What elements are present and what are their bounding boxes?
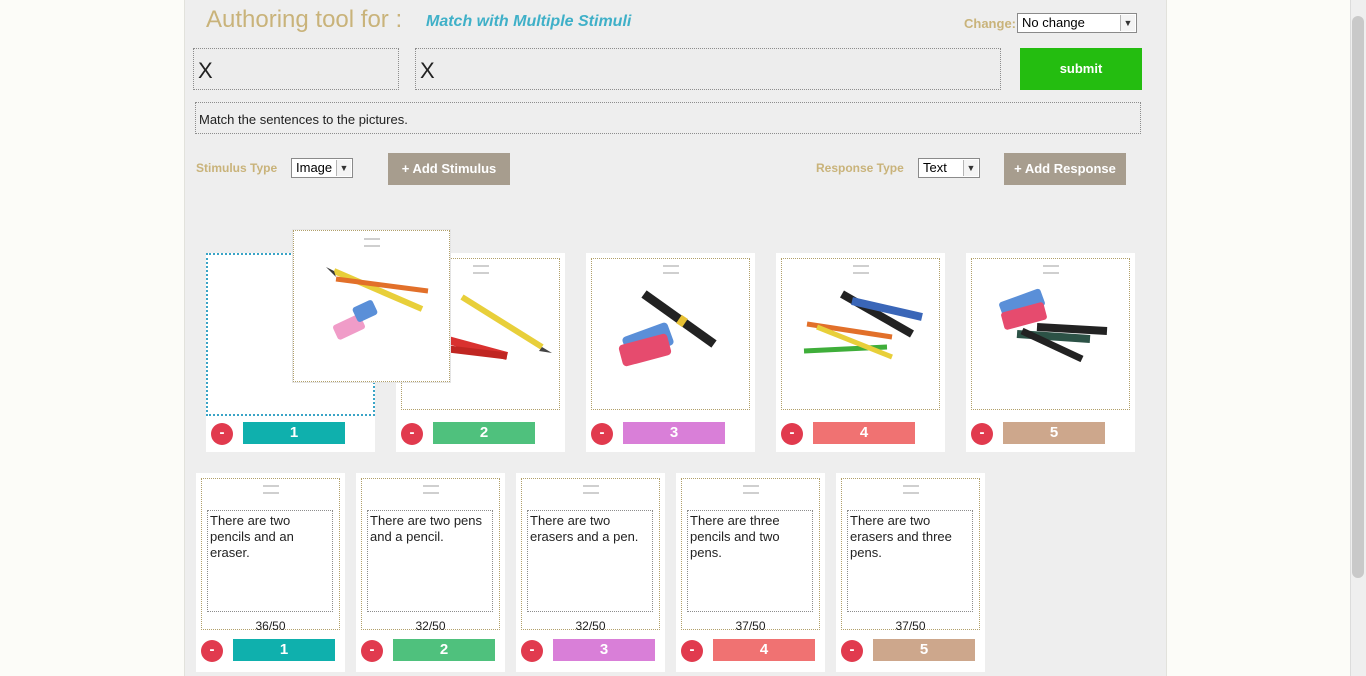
change-label: Change: — [964, 16, 1016, 31]
char-counter: 32/50 — [415, 619, 446, 633]
instruction-field[interactable]: Match the sentences to the pictures. — [195, 102, 1141, 134]
response-card-3[interactable]: There are two erasers and a pen. 32/50 -… — [516, 473, 665, 672]
response-card-2[interactable]: There are two pens and a pencil. 32/50 -… — [356, 473, 505, 672]
change-select[interactable]: No change ▼ — [1017, 13, 1137, 33]
response-card-1[interactable]: There are two pencils and an eraser. 36/… — [196, 473, 345, 672]
drag-handle-icon[interactable] — [263, 485, 279, 494]
erasers-and-pens-image — [999, 288, 1108, 363]
response-number-badge: 3 — [553, 639, 655, 661]
char-counter: 37/50 — [735, 619, 766, 633]
response-textarea[interactable]: There are three pencils and two pens. — [687, 510, 813, 612]
remove-stimulus-button[interactable]: - — [211, 423, 233, 445]
response-frame: There are three pencils and two pens. 37… — [681, 478, 820, 633]
pencils-and-pens-image — [803, 290, 923, 360]
response-type-label: Response Type — [816, 161, 904, 175]
response-card-5[interactable]: There are two erasers and three pens. 37… — [836, 473, 985, 672]
response-frame: There are two erasers and a pen. 32/50 — [521, 478, 660, 633]
remove-response-button[interactable]: - — [521, 640, 543, 662]
stimulus-number-badge: 2 — [433, 422, 535, 444]
char-counter: 36/50 — [255, 619, 286, 633]
scrollbar-thumb[interactable] — [1352, 16, 1364, 578]
stimulus-type-select[interactable]: Image ▼ — [291, 158, 353, 178]
response-frame: There are two pencils and an eraser. 36/… — [201, 478, 340, 633]
authoring-panel: Authoring tool for : Match with Multiple… — [184, 0, 1167, 676]
stimulus-number-badge: 1 — [243, 422, 345, 444]
response-textarea[interactable]: There are two erasers and three pens. — [847, 510, 973, 612]
response-textarea[interactable]: There are two pens and a pencil. — [367, 510, 493, 612]
remove-response-button[interactable]: - — [681, 640, 703, 662]
pencils-and-eraser-image — [326, 267, 429, 340]
stimulus-image-frame — [781, 258, 940, 410]
dragging-stimulus-image[interactable] — [293, 230, 450, 382]
response-textarea[interactable]: There are two pencils and an eraser. — [207, 510, 333, 612]
char-counter: 37/50 — [895, 619, 926, 633]
response-number-badge: 1 — [233, 639, 335, 661]
stimulus-type-label: Stimulus Type — [196, 161, 278, 175]
chevron-down-icon: ▼ — [963, 160, 978, 176]
remove-response-button[interactable]: - — [841, 640, 863, 662]
drag-handle-icon[interactable] — [743, 485, 759, 494]
response-type-select[interactable]: Text ▼ — [918, 158, 980, 178]
remove-response-button[interactable]: - — [201, 640, 223, 662]
response-number-badge: 2 — [393, 639, 495, 661]
stimulus-number-badge: 5 — [1003, 422, 1105, 444]
submit-button[interactable]: submit — [1020, 48, 1142, 90]
drag-handle-icon[interactable] — [423, 485, 439, 494]
question-field[interactable]: X — [415, 48, 1001, 90]
title-field[interactable]: X — [193, 48, 399, 90]
stimulus-card-3[interactable]: - 3 — [586, 253, 755, 452]
response-number-badge: 4 — [713, 639, 815, 661]
erasers-and-pen-image — [618, 290, 717, 367]
response-textarea[interactable]: There are two erasers and a pen. — [527, 510, 653, 612]
remove-stimulus-button[interactable]: - — [401, 423, 423, 445]
remove-response-button[interactable]: - — [361, 640, 383, 662]
stimulus-image-frame — [971, 258, 1130, 410]
remove-stimulus-button[interactable]: - — [781, 423, 803, 445]
remove-stimulus-button[interactable]: - — [971, 423, 993, 445]
stimulus-number-badge: 4 — [813, 422, 915, 444]
template-name: Match with Multiple Stimuli — [426, 13, 632, 30]
stimulus-card-5[interactable]: - 5 — [966, 253, 1135, 452]
drag-handle-icon[interactable] — [903, 485, 919, 494]
add-response-button[interactable]: + Add Response — [1004, 153, 1126, 185]
response-card-4[interactable]: There are three pencils and two pens. 37… — [676, 473, 825, 672]
char-counter: 32/50 — [575, 619, 606, 633]
chevron-down-icon: ▼ — [336, 160, 351, 176]
stimulus-image-frame — [591, 258, 750, 410]
response-frame: There are two pens and a pencil. 32/50 — [361, 478, 500, 633]
stimulus-number-badge: 3 — [623, 422, 725, 444]
chevron-down-icon: ▼ — [1120, 15, 1135, 31]
stimulus-card-4[interactable]: - 4 — [776, 253, 945, 452]
drag-handle-icon[interactable] — [583, 485, 599, 494]
add-stimulus-button[interactable]: + Add Stimulus — [388, 153, 510, 185]
response-number-badge: 5 — [873, 639, 975, 661]
remove-stimulus-button[interactable]: - — [591, 423, 613, 445]
response-frame: There are two erasers and three pens. 37… — [841, 478, 980, 633]
page-title: Authoring tool for : — [206, 6, 403, 33]
